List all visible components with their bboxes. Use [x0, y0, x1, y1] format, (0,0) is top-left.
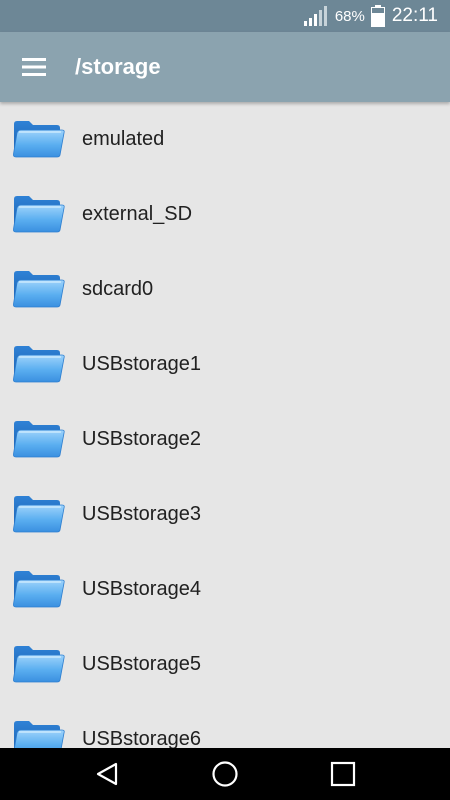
status-indicators: 68% 22:11 [303, 0, 438, 32]
folder-icon [11, 493, 65, 535]
folder-name: external_SD [82, 203, 193, 225]
folder-name: sdcard0 [82, 278, 154, 300]
folder-row[interactable]: USBstorage3 [0, 477, 450, 552]
folder-name: USBstorage3 [82, 503, 201, 525]
menu-button[interactable] [14, 49, 54, 85]
app-bar: /storage [0, 32, 450, 102]
back-button[interactable] [87, 756, 127, 792]
battery-percent: 68% [334, 7, 365, 25]
folder-row[interactable]: emulated [0, 102, 450, 177]
folder-row[interactable]: USBstorage6 [0, 702, 450, 748]
folder-row[interactable]: USBstorage4 [0, 552, 450, 627]
folder-name: USBstorage2 [82, 428, 201, 450]
folder-icon [11, 568, 65, 610]
folder-icon [11, 118, 65, 160]
signal-icon [303, 5, 329, 27]
folder-name: emulated [82, 128, 165, 150]
folder-icon [11, 343, 65, 385]
folder-icon [11, 643, 65, 685]
folder-icon [11, 268, 65, 310]
folder-name: USBstorage6 [82, 728, 201, 748]
folder-row[interactable]: USBstorage5 [0, 627, 450, 702]
clock: 22:11 [391, 5, 438, 26]
folder-icon [11, 418, 65, 460]
folder-name: USBstorage5 [82, 653, 201, 675]
folder-list: emulated external_SD sdcard0 USBstorage1 USB… [0, 102, 450, 748]
folder-icon [11, 718, 65, 748]
back-icon [94, 761, 120, 787]
recents-icon [330, 761, 356, 787]
folder-row[interactable]: USBstorage2 [0, 402, 450, 477]
folder-name: USBstorage1 [82, 353, 201, 375]
navigation-bar [0, 748, 450, 800]
recents-button[interactable] [323, 756, 363, 792]
folder-row[interactable]: sdcard0 [0, 252, 450, 327]
folder-name: USBstorage4 [82, 578, 201, 600]
home-icon [211, 760, 239, 788]
page-title: /storage [75, 54, 161, 79]
menu-icon [22, 58, 46, 76]
battery-icon [370, 5, 385, 27]
folder-row[interactable]: USBstorage1 [0, 327, 450, 402]
home-button[interactable] [205, 756, 245, 792]
screen: 68% 22:11 /storage emulated external_SD … [0, 0, 450, 800]
folder-row[interactable]: external_SD [0, 177, 450, 252]
folder-icon [11, 193, 65, 235]
status-bar: 68% 22:11 [0, 0, 450, 32]
